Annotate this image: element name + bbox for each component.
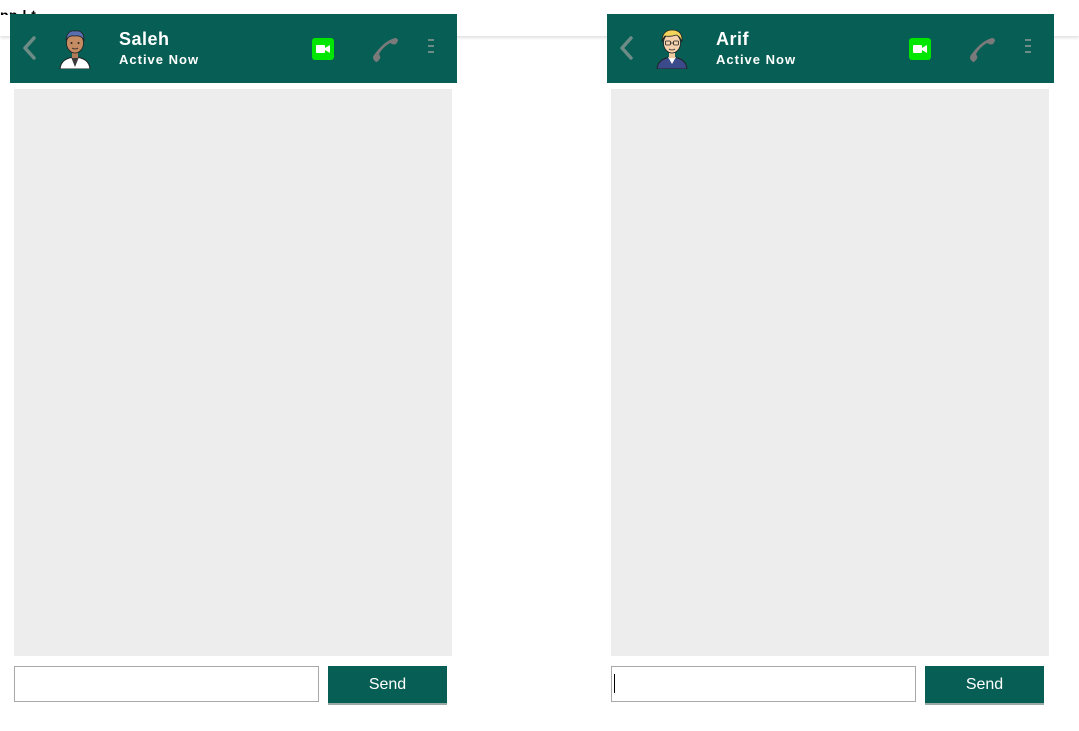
- contact-status: Active Now: [119, 52, 200, 67]
- video-call-icon[interactable]: [909, 38, 931, 60]
- text-caret: [614, 674, 615, 693]
- video-call-icon[interactable]: [312, 38, 334, 60]
- contact-status: Active Now: [716, 52, 797, 67]
- message-input[interactable]: [14, 666, 319, 702]
- message-input-wrapper: [611, 666, 916, 702]
- back-arrow-icon[interactable]: [19, 34, 39, 62]
- phone-call-icon[interactable]: [967, 35, 997, 63]
- chat-window-saleh: Saleh Active Now Send: [10, 14, 457, 714]
- phone-call-icon[interactable]: [370, 35, 400, 63]
- male-avatar-icon: [59, 30, 91, 69]
- more-options-icon[interactable]: [1023, 37, 1033, 55]
- chat-header: Saleh Active Now: [10, 14, 457, 83]
- contact-name: Arif: [716, 29, 749, 49]
- chat-header: Arif Active Now: [607, 14, 1054, 83]
- contact-name: Saleh: [119, 29, 170, 49]
- back-arrow-icon[interactable]: [616, 34, 636, 62]
- page: pp l t Saleh Active Now: [0, 0, 1079, 731]
- blonde-avatar-icon: [656, 29, 688, 69]
- message-input[interactable]: [611, 666, 916, 702]
- more-options-icon[interactable]: [426, 37, 436, 55]
- messages-area[interactable]: [611, 89, 1049, 656]
- messages-area[interactable]: [14, 89, 452, 656]
- send-button[interactable]: Send: [925, 666, 1044, 705]
- chat-window-arif: Arif Active Now Send: [607, 14, 1054, 714]
- send-button[interactable]: Send: [328, 666, 447, 705]
